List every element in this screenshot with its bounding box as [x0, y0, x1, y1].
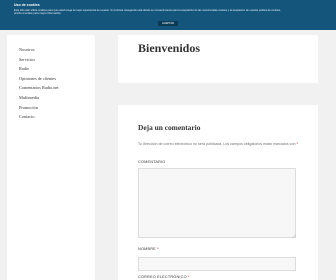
sidebar-nav: Nosotros Servicios Radio Opiniones de cl…	[19, 47, 59, 124]
comments-section: Deja un comentario Tu dirección de corre…	[118, 105, 318, 280]
required-mark: *	[296, 142, 298, 146]
cookie-accept-button[interactable]: ACEPTAR	[158, 21, 178, 26]
comment-notes-text: Tu dirección de correo electrónico no se…	[138, 142, 296, 146]
sidebar-item-promocion[interactable]: Promoción	[19, 105, 59, 110]
sidebar-item-contacto[interactable]: Contacto	[19, 114, 59, 119]
sidebar-item-radio[interactable]: Radio	[19, 66, 59, 71]
comment-notes: Tu dirección de correo electrónico no se…	[138, 142, 298, 147]
page-title: Bienvenidos	[138, 41, 201, 55]
comments-heading: Deja un comentario	[138, 123, 201, 132]
name-label: NOMBRE	[138, 247, 156, 251]
name-label-row: NOMBRE *	[138, 247, 159, 251]
email-label: CORREO ELECTRÓNICO	[138, 275, 187, 279]
sidebar-item-comentarios-radio[interactable]: Comentarios Radio.net	[19, 85, 59, 90]
comment-label: COMENTARIO	[138, 160, 166, 164]
page-header-card: Bienvenidos	[118, 35, 318, 83]
sidebar-item-nosotros[interactable]: Nosotros	[19, 47, 59, 52]
sidebar-item-multimedia[interactable]: Multimedia	[19, 95, 59, 100]
sidebar-item-opiniones[interactable]: Opiniones de clientes	[19, 76, 59, 81]
cookie-notice-text: Este sitio web utiliza cookies para que …	[14, 9, 281, 16]
email-label-row: CORREO ELECTRÓNICO *	[138, 275, 190, 279]
comment-textarea[interactable]	[138, 168, 296, 238]
name-input[interactable]	[138, 257, 296, 271]
cookie-notice-title: Uso de cookies	[14, 3, 40, 7]
sidebar: Nosotros Servicios Radio Opiniones de cl…	[7, 35, 95, 280]
email-required-mark: *	[188, 275, 190, 279]
name-required-mark: *	[157, 247, 159, 251]
sidebar-item-servicios[interactable]: Servicios	[19, 57, 59, 62]
resize-grip-icon[interactable]	[292, 234, 296, 238]
cookie-notice-bar: Uso de cookies Este sitio web utiliza co…	[0, 0, 336, 30]
